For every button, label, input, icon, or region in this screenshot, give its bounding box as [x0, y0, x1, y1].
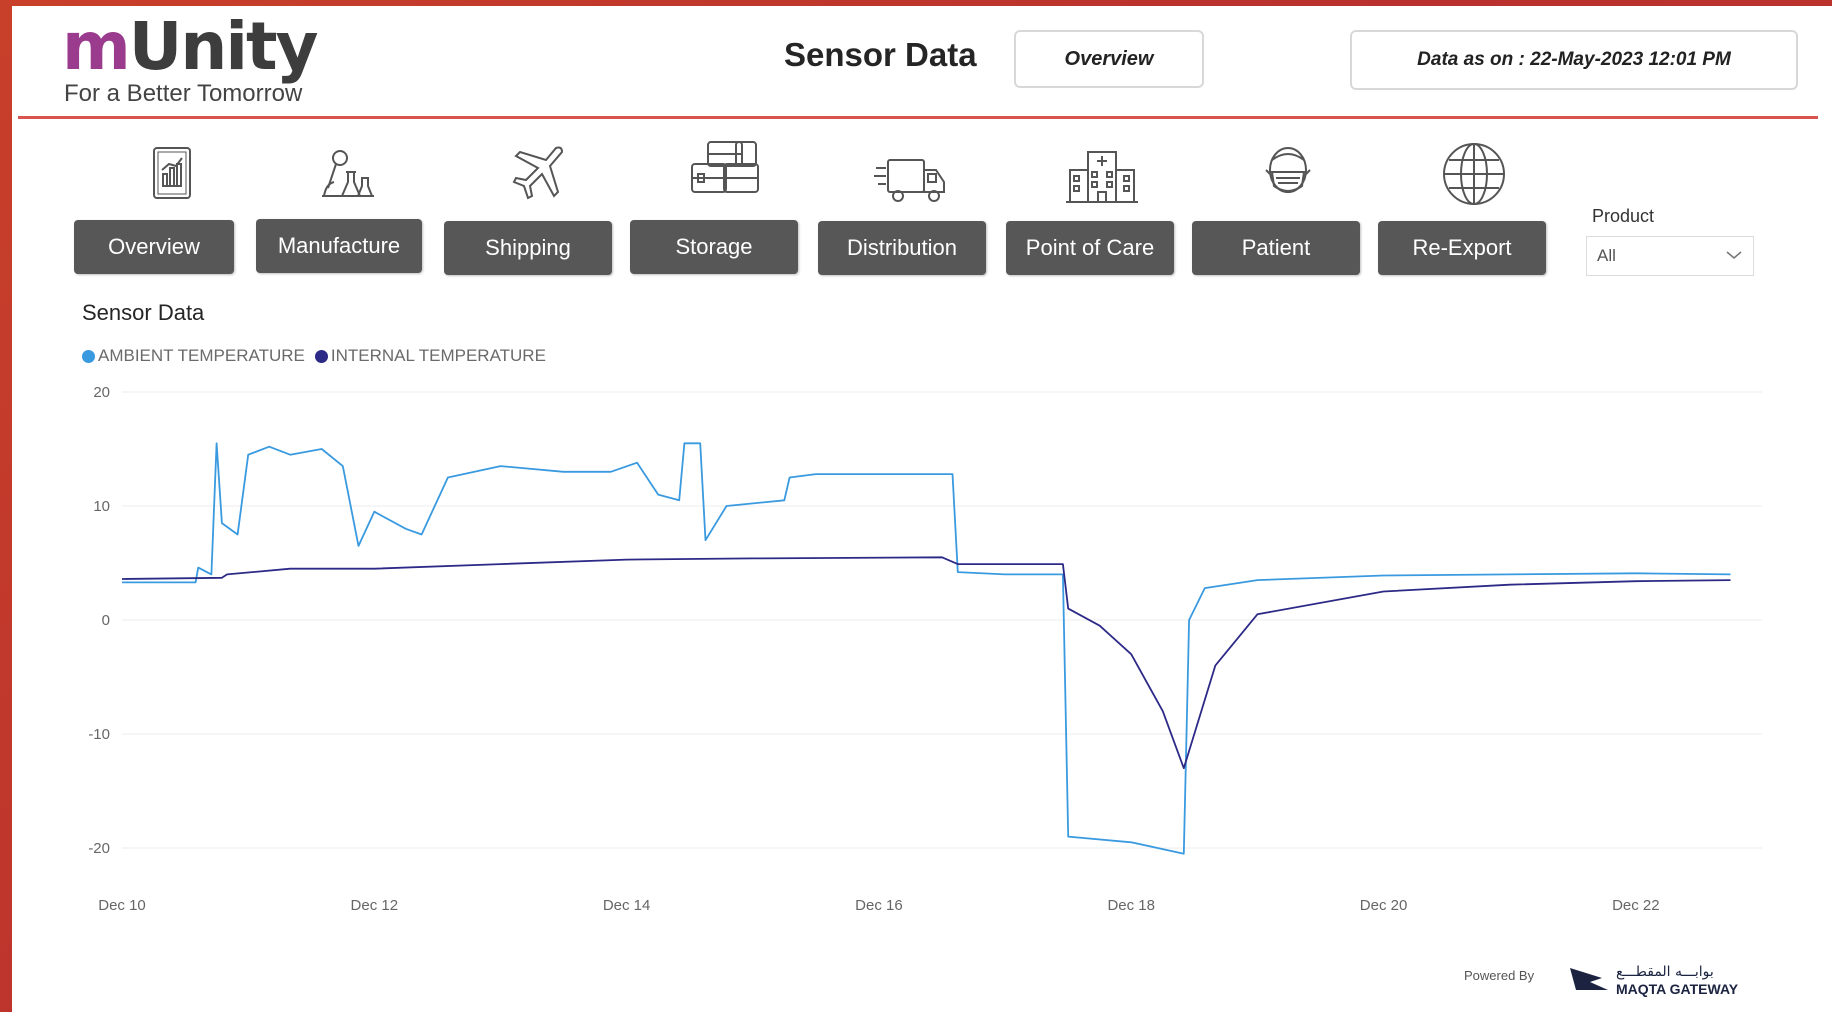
x-tick-label: Dec 16: [855, 897, 903, 914]
delivery-truck-icon: [872, 142, 952, 218]
x-tick-label: Dec 18: [1107, 897, 1155, 914]
legend-item-internal[interactable]: INTERNAL TEMPERATURE: [314, 346, 546, 366]
logo-unity: Unity: [128, 8, 319, 85]
view-indicator: Overview: [1014, 30, 1204, 88]
internal-temperature-line: [121, 556, 1731, 770]
nav-point-of-care-button[interactable]: Point of Care: [1006, 221, 1174, 275]
storage-boxes-icon: [684, 132, 764, 208]
x-tick-label: Dec 22: [1612, 897, 1660, 914]
lab-microscope-icon: [308, 136, 388, 212]
ambient-temperature-line: [122, 442, 1731, 855]
x-tick-label: Dec 10: [98, 897, 146, 914]
airplane-icon: [500, 136, 580, 212]
nav-distribution-button[interactable]: Distribution: [818, 221, 986, 275]
hospital-icon: [1062, 142, 1142, 218]
powered-by-label: Powered By: [1464, 968, 1535, 983]
x-tick-label: Dec 12: [351, 897, 399, 914]
dashboard-panel: mUnity For a Better Tomorrow Sensor Data…: [12, 6, 1832, 1012]
logo-m: m: [62, 8, 131, 85]
x-tick-label: Dec 14: [603, 897, 651, 914]
legend-item-ambient[interactable]: AMBIENT TEMPERATURE: [82, 346, 305, 366]
product-filter-label: Product: [1592, 206, 1655, 226]
report-chart-icon: [132, 136, 212, 212]
data-as-on-label: Data as on : 22-May-2023 12:01 PM: [1350, 30, 1798, 90]
chart-title: Sensor Data: [82, 300, 205, 325]
logo-tagline: For a Better Tomorrow: [64, 80, 303, 107]
y-tick-label: 0: [102, 612, 110, 629]
legend-label-ambient: AMBIENT TEMPERATURE: [98, 346, 305, 365]
nav-patient-button[interactable]: Patient: [1192, 221, 1360, 275]
page-title: Sensor Data: [784, 36, 977, 73]
sensor-line-chart: 20 10 0 -10 -20 Dec 10 Dec 12 Dec 14 Dec 16 Dec 1…: [88, 384, 1762, 914]
x-tick-label: Dec 20: [1360, 897, 1408, 914]
globe-icon: [1434, 136, 1514, 212]
nav-manufacture-button[interactable]: Manufacture: [256, 219, 422, 273]
y-tick-label: 20: [93, 384, 110, 401]
product-dropdown[interactable]: All: [1586, 236, 1754, 276]
nav-storage-button[interactable]: Storage: [630, 220, 798, 274]
header-divider: [18, 116, 1818, 119]
patient-mask-icon: [1248, 136, 1328, 212]
chevron-down-icon: [1725, 246, 1743, 266]
nav-overview-button[interactable]: Overview: [74, 220, 234, 274]
legend-label-internal: INTERNAL TEMPERATURE: [330, 346, 546, 365]
y-tick-label: -10: [88, 726, 110, 743]
nav-shipping-button[interactable]: Shipping: [444, 221, 612, 275]
maqta-arabic-text: بوابـــه المقطـــع: [1616, 964, 1714, 980]
y-tick-label: -20: [88, 840, 110, 857]
chart-legend: AMBIENT TEMPERATURE INTERNAL TEMPERATURE: [82, 346, 556, 366]
product-dropdown-value: All: [1597, 246, 1616, 265]
maqta-name-text: MAQTA GATEWAY: [1616, 981, 1739, 997]
legend-dot-ambient: [82, 349, 95, 363]
maqta-gateway-logo: بوابـــه المقطـــع MAQTA GATEWAY: [1562, 960, 1762, 1005]
logo-wordmark: mUnity: [62, 8, 319, 85]
legend-dot-internal: [314, 349, 328, 363]
nav-re-export-button[interactable]: Re-Export: [1378, 221, 1546, 275]
y-tick-label: 10: [93, 498, 110, 515]
munity-logo: mUnity For a Better Tomorrow: [62, 8, 319, 108]
